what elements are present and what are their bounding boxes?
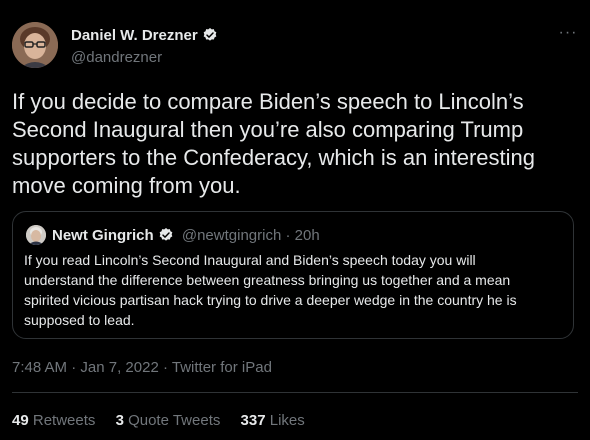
quoted-tweet-text: If you read Lincoln’s Second Inaugural a… [24, 252, 517, 328]
quoted-tweet-header: Newt Gingrich @newtgingrich · 20h [52, 227, 320, 244]
verified-badge-icon [203, 28, 217, 41]
retweets-label: Retweets [32, 412, 96, 429]
quote-tweets-count: 3 [115, 412, 124, 429]
quoted-time[interactable]: 20h [295, 227, 320, 244]
tweet-date[interactable]: Jan 7, 2022 [80, 359, 158, 376]
divider [12, 392, 578, 393]
author-name-text: Daniel W. Drezner [71, 27, 198, 44]
quoted-separator: · [285, 227, 291, 244]
tweet-metadata: 7:48 AM · Jan 7, 2022 · Twitter for iPad [12, 359, 272, 376]
quoted-author-avatar[interactable] [26, 225, 46, 245]
author-name[interactable]: Daniel W. Drezner [71, 27, 218, 44]
retweets-count: 49 [12, 412, 29, 429]
quoted-author-handle[interactable]: @newtgingrich [182, 227, 281, 244]
quoted-author-name[interactable]: Newt Gingrich [52, 227, 154, 244]
quoted-author-avatar-image [26, 225, 46, 245]
quote-tweets-stat[interactable]: 3 Quote Tweets [116, 412, 221, 429]
engagement-stats: 49 Retweets 3 Quote Tweets 337 Likes [12, 412, 321, 429]
likes-stat[interactable]: 337 Likes [241, 412, 305, 429]
tweet-time[interactable]: 7:48 AM [12, 359, 67, 376]
tweet-text: If you decide to compare Biden’s speech … [12, 89, 535, 198]
quoted-verified-badge-icon [159, 228, 173, 241]
author-handle[interactable]: @dandrezner [71, 49, 162, 66]
author-avatar[interactable] [12, 22, 58, 68]
meta-separator-2: · [162, 359, 168, 376]
more-options-icon[interactable]: ··· [556, 25, 580, 44]
author-avatar-image [12, 22, 58, 68]
tweet-source[interactable]: Twitter for iPad [172, 359, 272, 376]
tweet: Daniel W. Drezner @dandrezner ··· If you… [0, 0, 590, 440]
likes-count: 337 [240, 412, 266, 429]
quote-tweets-label: Quote Tweets [128, 412, 221, 429]
meta-separator-1: · [71, 359, 77, 376]
quoted-tweet[interactable]: Newt Gingrich @newtgingrich · 20h If you… [12, 211, 574, 339]
likes-label: Likes [269, 412, 305, 429]
retweets-stat[interactable]: 49 Retweets [12, 412, 95, 429]
